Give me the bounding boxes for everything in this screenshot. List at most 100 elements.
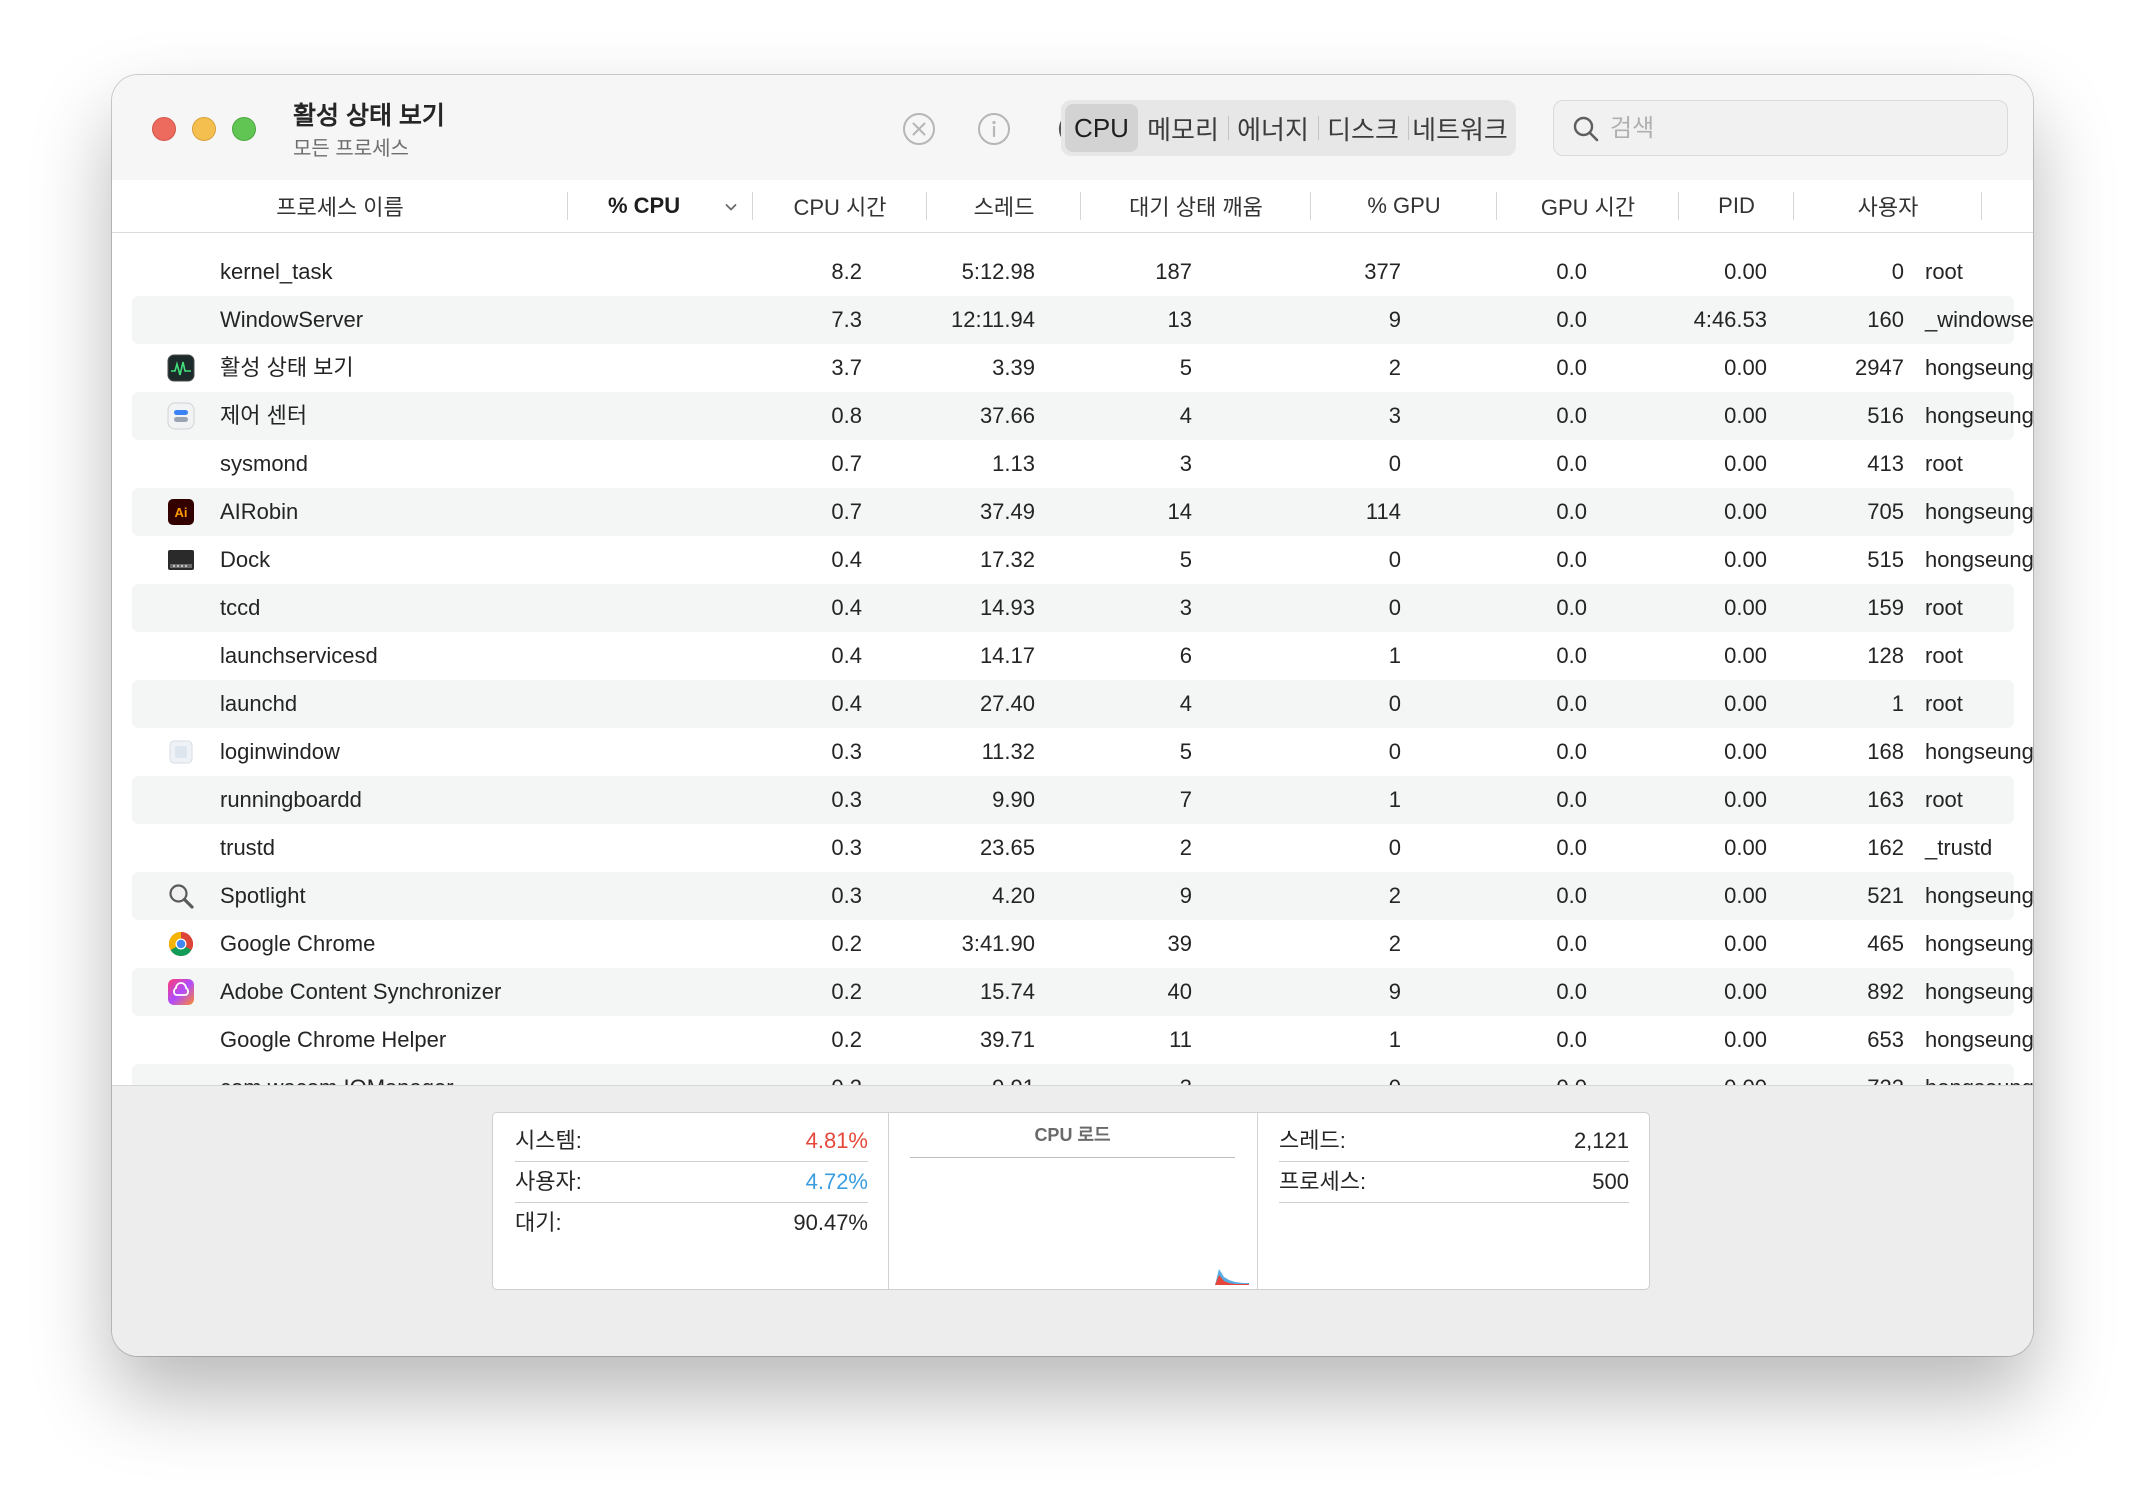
gpu-time-cell: 0.00 xyxy=(1724,979,1767,1004)
column-user[interactable]: 사용자 xyxy=(1794,180,1982,232)
column-label: 스레드 xyxy=(973,195,1035,220)
gpu-time-cell: 0.00 xyxy=(1724,259,1767,284)
user-cell: root xyxy=(1925,595,1963,620)
column-gpu-time[interactable]: GPU 시간 xyxy=(1497,180,1679,232)
gpu-percent-cell: 0.0 xyxy=(1556,787,1587,812)
process-row[interactable]: tccd 0.4 14.93 3 0 0.0 0.00 159 root xyxy=(132,584,2014,632)
user-cell: hongseunghye xyxy=(1925,355,2033,380)
cpu-percent-cell: 0.3 xyxy=(831,883,862,908)
process-name: Spotlight xyxy=(220,883,306,908)
info-button[interactable] xyxy=(971,106,1017,152)
user-cell: hongseunghye xyxy=(1925,1027,2033,1052)
cpu-time-cell: 4.20 xyxy=(992,883,1035,908)
column-process-name[interactable]: 프로세스 이름 xyxy=(112,180,568,232)
threads-cell: 5 xyxy=(1179,739,1192,764)
gpu-time-cell: 0.00 xyxy=(1724,835,1767,860)
column-label: CPU 시간 xyxy=(793,195,887,220)
gpu-time-cell: 0.00 xyxy=(1724,403,1767,428)
process-row[interactable]: 활성 상태 보기 3.7 3.39 5 2 0.0 0.00 2947 hongseunghye xyxy=(132,344,2033,392)
process-table: kernel_task 8.2 5:12.98 187 377 0.0 0.00 0 root W… xyxy=(132,248,2033,1112)
user-cell: root xyxy=(1925,787,1963,812)
threads-cell: 3 xyxy=(1179,595,1192,620)
threads-cell: 3 xyxy=(1179,451,1192,476)
zoom-window-button[interactable] xyxy=(232,117,256,141)
process-row[interactable]: Google Chrome Helper 0.2 39.71 11 1 0.0 0.00 65… xyxy=(132,1016,2033,1064)
idle-wakeups-cell: 2 xyxy=(1388,883,1401,908)
control-center-icon xyxy=(167,402,195,430)
process-row[interactable]: 제어 센터 0.8 37.66 4 3 0.0 0.00 516 hongseunghye xyxy=(132,392,2033,440)
toolbar: 활성 상태 보기 모든 프로세스 CPU 메모리 에너지 디스크 네트워크 검색 xyxy=(112,75,2033,181)
threads-cell: 6 xyxy=(1179,643,1192,668)
process-row[interactable]: Dock 0.4 17.32 5 0 0.0 0.00 515 hongseunghye xyxy=(132,536,2033,584)
cpu-stats-panel: 시스템: 4.81% 사용자: 4.72% 대기: 90.47% CPU 로드 xyxy=(492,1112,1650,1290)
stat-user: 사용자: 4.72% xyxy=(515,1162,868,1203)
process-row[interactable]: launchservicesd 0.4 14.17 6 1 0.0 0.00 128 root xyxy=(132,632,2014,680)
cpu-time-cell: 17.32 xyxy=(979,547,1035,572)
search-input[interactable] xyxy=(1608,109,1992,149)
loginwindow-icon xyxy=(167,738,195,766)
close-window-button[interactable] xyxy=(152,117,176,141)
gpu-time-cell: 0.00 xyxy=(1724,691,1767,716)
gpu-time-cell: 0.00 xyxy=(1724,355,1767,380)
gpu-percent-cell: 0.0 xyxy=(1556,451,1587,476)
stat-value: 4.72% xyxy=(805,1169,868,1194)
gpu-time-cell: 0.00 xyxy=(1724,595,1767,620)
process-row[interactable]: loginwindow 0.3 11.32 5 0 0.0 0.00 168 hongseung… xyxy=(132,728,2033,776)
tab-energy[interactable]: 에너지 xyxy=(1228,104,1318,152)
process-row[interactable]: sysmond 0.7 1.13 3 0 0.0 0.00 413 root xyxy=(132,440,2014,488)
process-row[interactable]: runningboardd 0.3 9.90 7 1 0.0 0.00 163 root xyxy=(132,776,2014,824)
process-row[interactable]: Google Chrome 0.2 3:41.90 39 2 0.0 0.00 465 hong… xyxy=(132,920,2033,968)
process-row[interactable]: Spotlight 0.3 4.20 9 2 0.0 0.00 521 hongseunghye xyxy=(132,872,2033,920)
cpu-time-cell: 23.65 xyxy=(979,835,1035,860)
tab-network[interactable]: 네트워크 xyxy=(1408,104,1512,152)
tab-disk[interactable]: 디스크 xyxy=(1318,104,1408,152)
column-idle-wakeups[interactable]: 대기 상태 깨움 xyxy=(1081,180,1311,232)
process-row[interactable]: WindowServer 7.3 12:11.94 13 9 0.0 4:46.53 160 _… xyxy=(132,296,2033,344)
pid-cell: 1 xyxy=(1891,691,1904,716)
activity-monitor-window: 활성 상태 보기 모든 프로세스 CPU 메모리 에너지 디스크 네트워크 검색… xyxy=(112,75,2033,1356)
minimize-window-button[interactable] xyxy=(192,117,216,141)
idle-wakeups-cell: 9 xyxy=(1388,307,1401,332)
adobe-illustrator-icon: Ai xyxy=(167,498,195,526)
threads-cell: 2 xyxy=(1179,835,1192,860)
column-gpu-percent[interactable]: % GPU xyxy=(1311,180,1497,232)
gpu-percent-cell: 0.0 xyxy=(1556,595,1587,620)
column-pid[interactable]: PID xyxy=(1679,180,1794,232)
cpu-percent-cell: 0.3 xyxy=(831,787,862,812)
tab-cpu[interactable]: CPU xyxy=(1065,104,1138,152)
chrome-icon xyxy=(167,930,195,958)
pid-cell: 128 xyxy=(1867,643,1904,668)
pid-cell: 0 xyxy=(1891,259,1904,284)
process-name: trustd xyxy=(220,835,276,860)
process-name: WindowServer xyxy=(220,307,364,332)
column-cpu-percent[interactable]: % CPU xyxy=(568,180,753,232)
process-name: AIRobin xyxy=(220,499,299,524)
cpu-usage-breakdown: 시스템: 4.81% 사용자: 4.72% 대기: 90.47% xyxy=(493,1113,889,1289)
stop-process-button[interactable] xyxy=(896,106,942,152)
threads-cell: 5 xyxy=(1179,547,1192,572)
column-threads[interactable]: 스레드 xyxy=(927,180,1081,232)
process-row[interactable]: trustd 0.3 23.65 2 0 0.0 0.00 162 _trustd xyxy=(132,824,2014,872)
column-cpu-time[interactable]: CPU 시간 xyxy=(753,180,927,232)
process-row[interactable]: launchd 0.4 27.40 4 0 0.0 0.00 1 root xyxy=(132,680,2014,728)
search-field[interactable] xyxy=(1553,100,2008,156)
cpu-percent-cell: 0.2 xyxy=(831,979,862,1004)
pid-cell: 516 xyxy=(1867,403,1904,428)
column-label: 프로세스 이름 xyxy=(276,195,404,220)
idle-wakeups-cell: 1 xyxy=(1388,643,1401,668)
window-subtitle[interactable]: 모든 프로세스 xyxy=(293,132,409,161)
process-row[interactable]: Adobe Content Synchronizer 0.2 15.74 40 9 0.0… xyxy=(132,968,2033,1016)
spotlight-icon xyxy=(167,882,195,910)
process-name: sysmond xyxy=(220,451,309,476)
process-name: Google Chrome xyxy=(220,931,376,956)
cpu-time-cell: 37.49 xyxy=(979,499,1035,524)
tab-memory[interactable]: 메모리 xyxy=(1138,104,1228,152)
cpu-percent-cell: 0.4 xyxy=(831,643,862,668)
idle-wakeups-cell: 114 xyxy=(1365,499,1401,524)
window-title: 활성 상태 보기 xyxy=(293,102,445,130)
process-row[interactable]: Ai AIRobin 0.7 37.49 14 114 0.0 0.00 705 hongseun… xyxy=(132,488,2033,536)
gpu-time-cell: 0.00 xyxy=(1724,931,1767,956)
process-row[interactable]: kernel_task 8.2 5:12.98 187 377 0.0 0.00 0 root xyxy=(132,248,2014,296)
idle-wakeups-cell: 2 xyxy=(1388,931,1401,956)
threads-cell: 13 xyxy=(1167,307,1192,332)
